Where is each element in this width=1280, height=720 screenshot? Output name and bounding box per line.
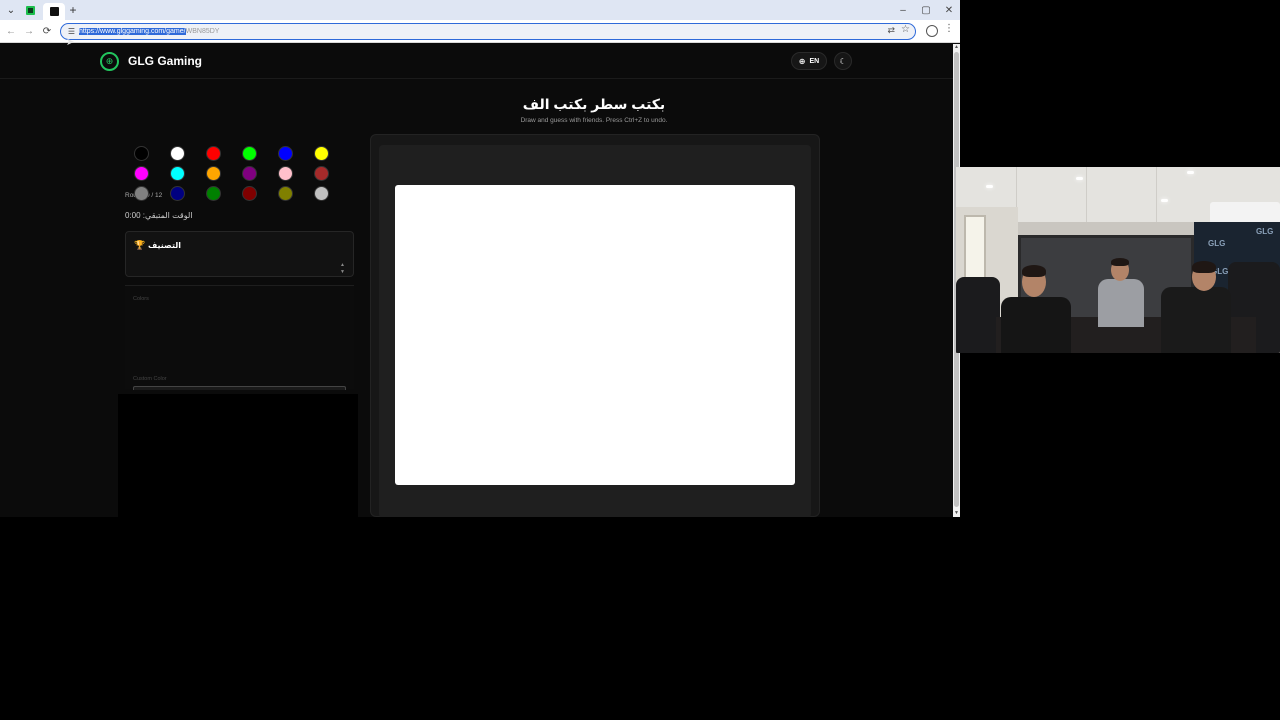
color-swatch[interactable] [314,166,329,181]
colors-label: Colors [133,296,149,302]
color-swatch[interactable] [314,186,329,201]
minimize-button[interactable]: – [896,3,910,17]
color-swatch[interactable] [278,166,293,181]
webcam-air-conditioner [1210,202,1280,224]
sidebar-empty-area [118,394,358,517]
brand-name[interactable]: GLG Gaming [128,54,202,68]
tab-active[interactable] [43,3,65,20]
forward-icon[interactable]: → [22,24,36,38]
drawing-canvas[interactable] [395,185,795,485]
new-tab-button[interactable]: + [66,3,80,17]
webcam-ceiling-light [986,185,993,188]
url-text[interactable]: https://www.glggaming.com/game/WBN85DY [79,26,219,37]
scroll-down-icon[interactable]: ▼ [953,510,960,517]
webcam-ceiling-light [1161,199,1168,202]
webcam-person-hair [1192,261,1216,273]
reload-icon[interactable]: ⟳ [40,24,54,38]
color-swatch[interactable] [170,186,185,201]
webcam-ceiling-light [1187,171,1194,174]
site-header: ⊕ GLG Gaming ⊕ EN ☾ [0,44,953,79]
close-window-button[interactable]: ✕ [942,3,956,17]
color-swatch[interactable] [134,146,149,161]
color-swatch[interactable] [206,166,221,181]
trophy-icon: 🏆 [134,240,146,250]
color-swatch[interactable] [242,166,257,181]
theme-toggle-moon-icon[interactable]: ☾ [834,52,852,70]
tab-glg[interactable] [22,3,38,17]
game-subtitle: Draw and guess with friends. Press Ctrl+… [520,117,668,124]
url-selected-text: https://www.glggaming.com/game/ [79,28,186,35]
webcam-wall-decal: GLG [1256,227,1274,236]
color-swatch[interactable] [206,146,221,161]
bookmark-star-icon[interactable]: ☆ [901,24,910,35]
browser-menu-icon[interactable]: ⋮ [944,23,954,34]
tab-search-button[interactable]: ⌄ [4,3,18,17]
tab-strip: ⌄ + – ▢ ✕ [0,0,960,20]
color-swatch[interactable] [206,186,221,201]
color-swatch[interactable] [278,186,293,201]
webcam-window [964,215,986,285]
color-swatch[interactable] [278,146,293,161]
color-swatch[interactable] [170,166,185,181]
webcam-person [1161,287,1231,353]
webcam-feed: GLG GLG GLG [956,167,1280,353]
webcam-chair [956,277,1000,353]
language-button[interactable]: ⊕ EN [791,52,827,70]
color-swatch[interactable] [170,146,185,161]
gamepad-icon[interactable]: ⊕ [100,52,119,71]
webcam-person [1001,297,1071,353]
color-palette-panel: Colors Custom Color [125,146,354,390]
language-label: EN [809,57,820,65]
mouse-cursor-icon: ➤ [66,37,75,48]
browser-window: ⌄ + – ▢ ✕ ← → ⟳ ☰ https://www.glggaming.… [0,0,960,517]
color-swatch[interactable] [314,146,329,161]
profile-icon[interactable] [926,25,938,37]
ranking-scrollbar[interactable]: ▲ ▼ [339,262,346,276]
ranking-title: التصنيف [148,241,181,250]
webcam-wall-decal: GLG [1208,239,1226,248]
color-swatch[interactable] [134,166,149,181]
color-swatch[interactable] [134,186,149,201]
browser-toolbar: ← → ⟳ ☰ https://www.glggaming.com/game/W… [0,20,960,43]
custom-color-label: Custom Color [133,376,167,382]
color-swatch[interactable] [242,146,257,161]
site-info-icon[interactable]: ☰ [66,26,77,37]
glg-favicon-icon [25,5,35,15]
page-content: ⊕ GLG Gaming ⊕ EN ☾ بكتب سطر بكتب الف Dr… [0,44,953,517]
webcam-person-hair [1022,265,1046,277]
maximize-button[interactable]: ▢ [919,3,933,17]
time-remaining: الوقت المتبقي: 0:00 [125,211,193,220]
ranking-panel: 🏆 التصنيف ▲ ▼ [125,231,354,277]
url-path-text: WBN85DY [185,28,220,35]
scroll-up-icon[interactable]: ▲ [953,44,960,51]
globe-icon: ⊕ [798,56,806,66]
translate-icon[interactable]: ⇄ [887,25,895,36]
webcam-person-hair [1111,258,1129,266]
game-title: بكتب سطر بكتب الف [522,96,666,112]
webcam-ceiling-light [1076,177,1083,180]
custom-color-input[interactable] [133,386,346,390]
address-bar[interactable]: ☰ https://www.glggaming.com/game/WBN85DY… [60,23,916,40]
canvas-container [370,134,820,517]
webcam-ceiling-line [1156,167,1157,222]
page-favicon-icon [49,7,59,16]
webcam-person [1098,279,1144,327]
webcam-ceiling-line [1086,167,1087,222]
back-icon[interactable]: ← [4,24,18,38]
color-swatch[interactable] [242,186,257,201]
canvas-backdrop [379,145,811,517]
